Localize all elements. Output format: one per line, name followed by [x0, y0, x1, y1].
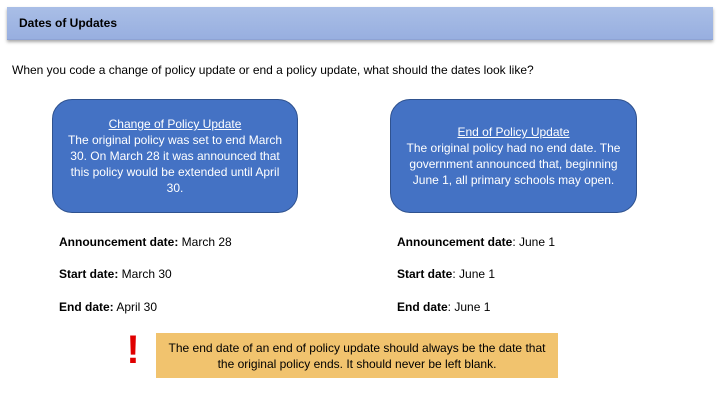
right-end-date: End date: June 1: [397, 300, 490, 314]
end-of-policy-box: End of Policy Update The original policy…: [390, 99, 637, 213]
exclamation-icon: !: [126, 328, 140, 372]
left-end-label: End date:: [59, 300, 114, 314]
right-announcement-value: : June 1: [512, 235, 556, 249]
left-announcement-date: Announcement date: March 28: [59, 235, 232, 249]
end-of-policy-body: The original policy had no end date. The…: [406, 141, 621, 187]
right-announcement-label: Announcement date: [397, 235, 513, 249]
left-start-date: Start date: March 30: [59, 267, 172, 281]
note-text: The end date of an end of policy update …: [168, 340, 546, 371]
right-end-label: End date: [397, 300, 448, 314]
slide-title: Dates of Updates: [19, 16, 118, 30]
left-end-date: End date: April 30: [59, 300, 157, 314]
change-of-policy-body: The original policy was set to end March…: [67, 133, 283, 195]
right-start-value: : June 1: [452, 267, 496, 281]
right-end-value: : June 1: [447, 300, 491, 314]
left-start-value: March 30: [118, 267, 172, 281]
left-announcement-label: Announcement date:: [59, 235, 179, 249]
note-box: The end date of an end of policy update …: [156, 333, 558, 378]
change-of-policy-box: Change of Policy Update The original pol…: [52, 99, 298, 213]
question-text: When you code a change of policy update …: [12, 63, 534, 77]
left-start-label: Start date:: [59, 267, 119, 281]
right-start-date: Start date: June 1: [397, 267, 495, 281]
title-bar: Dates of Updates: [7, 7, 713, 40]
end-of-policy-heading: End of Policy Update: [457, 125, 570, 139]
change-of-policy-heading: Change of Policy Update: [108, 117, 242, 131]
right-start-label: Start date: [397, 267, 453, 281]
left-end-value: April 30: [113, 300, 158, 314]
left-announcement-value: March 28: [178, 235, 232, 249]
right-announcement-date: Announcement date: June 1: [397, 235, 555, 249]
